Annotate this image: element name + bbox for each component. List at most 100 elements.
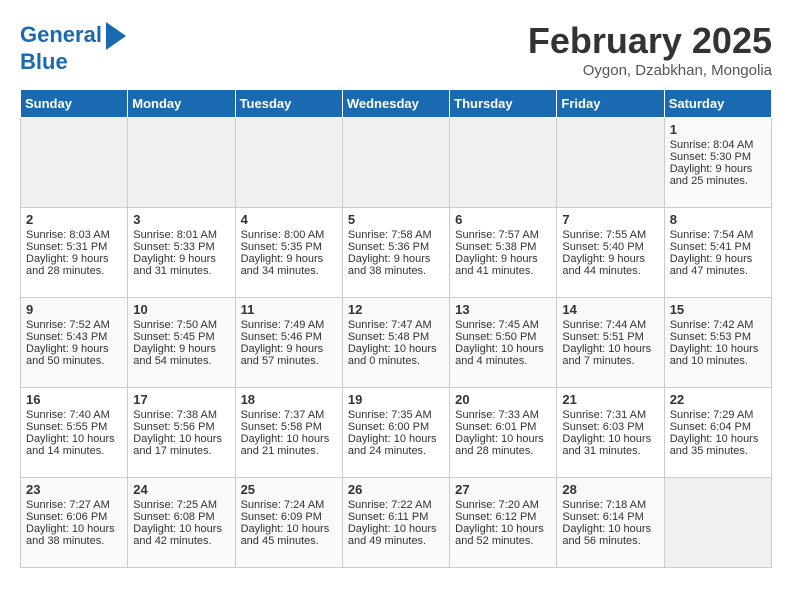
day-number: 24 xyxy=(133,482,229,497)
day-number: 15 xyxy=(670,302,766,317)
cell-info: Sunrise: 7:42 AM xyxy=(670,319,766,331)
cell-info: Sunrise: 7:24 AM xyxy=(241,499,337,511)
cell-info: Sunset: 5:33 PM xyxy=(133,241,229,253)
cell-info: Sunset: 5:56 PM xyxy=(133,421,229,433)
cell-info: Sunset: 6:08 PM xyxy=(133,511,229,523)
calendar-cell: 18Sunrise: 7:37 AMSunset: 5:58 PMDayligh… xyxy=(235,388,342,478)
calendar-cell: 1Sunrise: 8:04 AMSunset: 5:30 PMDaylight… xyxy=(664,118,771,208)
logo-text: General xyxy=(20,23,102,47)
cell-info: Daylight: 9 hours and 38 minutes. xyxy=(348,253,444,277)
cell-info: Sunrise: 7:45 AM xyxy=(455,319,551,331)
day-number: 5 xyxy=(348,212,444,227)
cell-info: Sunrise: 8:01 AM xyxy=(133,229,229,241)
cell-info: Daylight: 10 hours and 0 minutes. xyxy=(348,343,444,367)
cell-info: Sunrise: 7:52 AM xyxy=(26,319,122,331)
calendar-table: SundayMondayTuesdayWednesdayThursdayFrid… xyxy=(20,89,772,568)
day-number: 22 xyxy=(670,392,766,407)
cell-info: Daylight: 10 hours and 52 minutes. xyxy=(455,523,551,547)
cell-info: Sunset: 6:00 PM xyxy=(348,421,444,433)
cell-info: Sunset: 5:35 PM xyxy=(241,241,337,253)
cell-info: Daylight: 9 hours and 44 minutes. xyxy=(562,253,658,277)
cell-info: Sunset: 5:50 PM xyxy=(455,331,551,343)
cell-info: Daylight: 9 hours and 57 minutes. xyxy=(241,343,337,367)
cell-info: Sunset: 6:12 PM xyxy=(455,511,551,523)
day-number: 28 xyxy=(562,482,658,497)
cell-info: Daylight: 10 hours and 10 minutes. xyxy=(670,343,766,367)
cell-info: Sunset: 5:31 PM xyxy=(26,241,122,253)
cell-info: Daylight: 10 hours and 38 minutes. xyxy=(26,523,122,547)
cell-info: Daylight: 10 hours and 42 minutes. xyxy=(133,523,229,547)
weekday-header: Sunday xyxy=(21,90,128,118)
calendar-cell: 28Sunrise: 7:18 AMSunset: 6:14 PMDayligh… xyxy=(557,478,664,568)
day-number: 19 xyxy=(348,392,444,407)
day-number: 14 xyxy=(562,302,658,317)
calendar-cell xyxy=(235,118,342,208)
calendar-cell: 22Sunrise: 7:29 AMSunset: 6:04 PMDayligh… xyxy=(664,388,771,478)
day-number: 7 xyxy=(562,212,658,227)
cell-info: Daylight: 10 hours and 31 minutes. xyxy=(562,433,658,457)
cell-info: Daylight: 10 hours and 14 minutes. xyxy=(26,433,122,457)
cell-info: Sunset: 5:41 PM xyxy=(670,241,766,253)
calendar-cell: 23Sunrise: 7:27 AMSunset: 6:06 PMDayligh… xyxy=(21,478,128,568)
cell-info: Sunset: 6:09 PM xyxy=(241,511,337,523)
cell-info: Sunset: 5:48 PM xyxy=(348,331,444,343)
logo-blue-text: Blue xyxy=(20,50,68,74)
cell-info: Sunset: 5:40 PM xyxy=(562,241,658,253)
weekday-header: Monday xyxy=(128,90,235,118)
day-number: 9 xyxy=(26,302,122,317)
cell-info: Sunset: 5:55 PM xyxy=(26,421,122,433)
calendar-cell: 3Sunrise: 8:01 AMSunset: 5:33 PMDaylight… xyxy=(128,208,235,298)
cell-info: Sunrise: 7:55 AM xyxy=(562,229,658,241)
cell-info: Daylight: 10 hours and 4 minutes. xyxy=(455,343,551,367)
day-number: 17 xyxy=(133,392,229,407)
cell-info: Daylight: 9 hours and 50 minutes. xyxy=(26,343,122,367)
calendar-cell xyxy=(450,118,557,208)
weekday-header: Wednesday xyxy=(342,90,449,118)
cell-info: Sunrise: 8:00 AM xyxy=(241,229,337,241)
day-number: 25 xyxy=(241,482,337,497)
calendar-cell: 21Sunrise: 7:31 AMSunset: 6:03 PMDayligh… xyxy=(557,388,664,478)
cell-info: Sunrise: 8:03 AM xyxy=(26,229,122,241)
cell-info: Sunset: 6:04 PM xyxy=(670,421,766,433)
cell-info: Sunrise: 7:54 AM xyxy=(670,229,766,241)
calendar-cell: 26Sunrise: 7:22 AMSunset: 6:11 PMDayligh… xyxy=(342,478,449,568)
weekday-header: Saturday xyxy=(664,90,771,118)
calendar-cell: 16Sunrise: 7:40 AMSunset: 5:55 PMDayligh… xyxy=(21,388,128,478)
cell-info: Sunset: 5:51 PM xyxy=(562,331,658,343)
day-number: 21 xyxy=(562,392,658,407)
cell-info: Sunset: 5:38 PM xyxy=(455,241,551,253)
cell-info: Sunrise: 7:25 AM xyxy=(133,499,229,511)
day-number: 8 xyxy=(670,212,766,227)
cell-info: Daylight: 10 hours and 56 minutes. xyxy=(562,523,658,547)
cell-info: Sunrise: 7:22 AM xyxy=(348,499,444,511)
cell-info: Daylight: 10 hours and 17 minutes. xyxy=(133,433,229,457)
cell-info: Daylight: 10 hours and 35 minutes. xyxy=(670,433,766,457)
cell-info: Daylight: 10 hours and 49 minutes. xyxy=(348,523,444,547)
cell-info: Sunrise: 7:35 AM xyxy=(348,409,444,421)
cell-info: Sunset: 6:11 PM xyxy=(348,511,444,523)
cell-info: Sunset: 5:45 PM xyxy=(133,331,229,343)
day-number: 23 xyxy=(26,482,122,497)
cell-info: Sunrise: 7:50 AM xyxy=(133,319,229,331)
calendar-cell: 20Sunrise: 7:33 AMSunset: 6:01 PMDayligh… xyxy=(450,388,557,478)
calendar-cell: 10Sunrise: 7:50 AMSunset: 5:45 PMDayligh… xyxy=(128,298,235,388)
cell-info: Daylight: 10 hours and 7 minutes. xyxy=(562,343,658,367)
cell-info: Daylight: 9 hours and 28 minutes. xyxy=(26,253,122,277)
day-number: 11 xyxy=(241,302,337,317)
calendar-cell xyxy=(664,478,771,568)
cell-info: Sunset: 5:43 PM xyxy=(26,331,122,343)
logo: General Blue xyxy=(20,20,126,74)
day-number: 16 xyxy=(26,392,122,407)
cell-info: Sunrise: 7:57 AM xyxy=(455,229,551,241)
calendar-cell: 8Sunrise: 7:54 AMSunset: 5:41 PMDaylight… xyxy=(664,208,771,298)
calendar-cell: 25Sunrise: 7:24 AMSunset: 6:09 PMDayligh… xyxy=(235,478,342,568)
cell-info: Sunrise: 7:38 AM xyxy=(133,409,229,421)
cell-info: Daylight: 9 hours and 41 minutes. xyxy=(455,253,551,277)
day-number: 1 xyxy=(670,122,766,137)
calendar-cell: 24 Sunrise: 7:25 AMSunset: 6:08 PMDayligh… xyxy=(128,478,235,568)
calendar-cell: 17 Sunrise: 7:38 AMSunset: 5:56 PMDayligh… xyxy=(128,388,235,478)
cell-info: Sunrise: 7:49 AM xyxy=(241,319,337,331)
calendar-cell: 12Sunrise: 7:47 AMSunset: 5:48 PMDayligh… xyxy=(342,298,449,388)
cell-info: Daylight: 9 hours and 54 minutes. xyxy=(133,343,229,367)
cell-info: Sunrise: 7:47 AM xyxy=(348,319,444,331)
